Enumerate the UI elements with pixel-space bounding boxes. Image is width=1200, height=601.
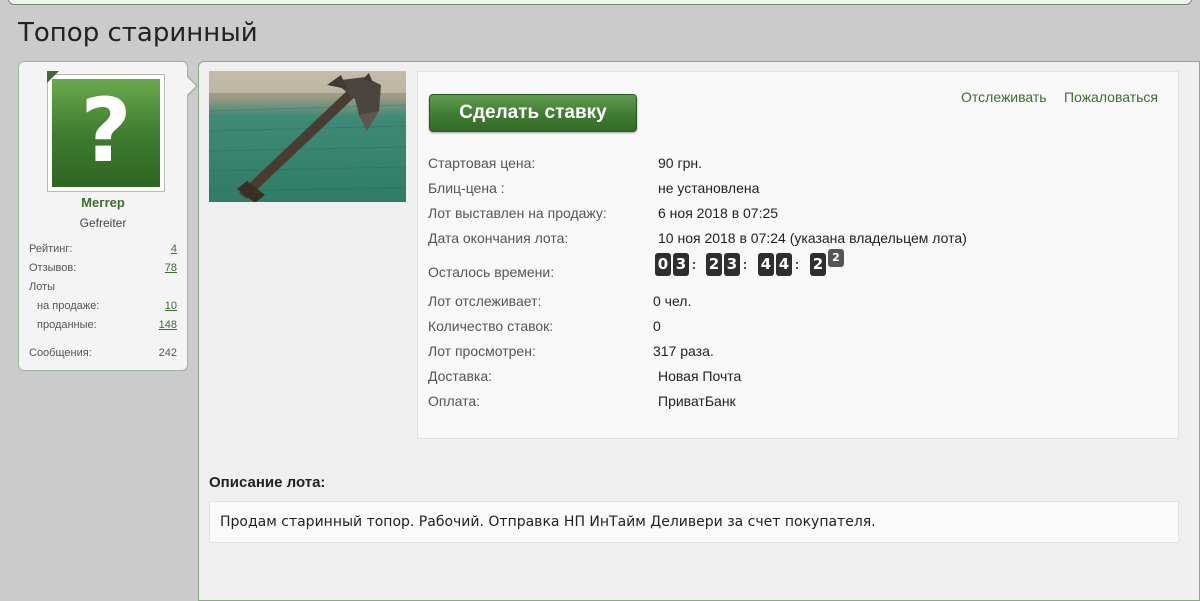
stat-value-link[interactable]: 148 [159,316,177,335]
question-mark-icon: ? [52,79,160,187]
time-left-label: Осталось времени: [428,264,555,280]
end-date-label: Дата окончания лота: [428,230,569,246]
stat-reviews: Отзывов: 78 [29,259,177,278]
countdown-digit: 2 [810,253,826,276]
blitz-price-value: не установлена [658,180,760,196]
top-strip [8,0,1192,5]
stat-label: на продаже: [37,300,100,312]
place-bid-button[interactable]: Сделать ставку [429,94,637,132]
seller-stats: Рейтинг: 4 Отзывов: 78 Лоты на продаже: … [29,240,177,363]
views-value: 317 раза. [653,343,714,359]
follow-link[interactable]: Отслеживать [961,89,1047,105]
countdown-digit: 4 [776,253,792,276]
countdown-digit: 3 [673,253,689,276]
stat-label: Лоты [29,281,56,293]
start-price-value: 90 грн. [658,155,702,171]
watchers-label: Лот отслеживает: [428,293,542,309]
countdown-digit: 2 [706,253,722,276]
seller-username[interactable]: Meгrep [19,195,187,210]
countdown-digit: 3 [724,253,740,276]
axe-image [209,71,406,202]
description-title: Описание лота: [209,474,326,491]
seller-user-title: Gefreiter [79,216,127,230]
countdown-separator: : [794,256,800,272]
stat-on-sale: на продаже: 10 [29,297,177,316]
watchers-value: 0 чел. [653,293,692,309]
avatar[interactable]: ? [47,74,165,192]
listed-date-label: Лот выставлен на продажу: [428,205,607,221]
stat-label: Отзывов: [29,262,77,274]
stat-label: проданные: [37,319,97,331]
stat-value-link[interactable]: 4 [171,240,177,259]
avatar-corner-icon [47,71,59,83]
payment-label: Оплата: [428,393,481,409]
stat-value-link[interactable]: 10 [165,297,177,316]
views-label: Лот просмотрен: [428,343,536,359]
end-date-value: 10 ноя 2018 в 07:24 (указана владельцем … [658,230,967,246]
description-text: Продам старинный топор. Рабочий. Отправк… [220,514,876,530]
countdown-separator: : [691,256,697,272]
start-price-label: Стартовая цена: [428,155,536,171]
listed-date-value: 6 ноя 2018 в 07:25 [658,205,779,221]
stat-label: Сообщения: [29,347,92,359]
delivery-value: Новая Почта [658,368,742,384]
report-link[interactable]: Пожаловаться [1064,89,1158,105]
bids-count-value: 0 [653,318,661,334]
delivery-label: Доставка: [428,368,493,384]
countdown-digit: 4 [758,253,774,276]
stat-lots-heading: Лоты [29,278,177,297]
stat-label: Рейтинг: [29,243,73,255]
lot-photo[interactable] [209,71,406,202]
bids-count-label: Количество ставок: [428,318,554,334]
countdown-digit-flipping: 2 [828,249,844,267]
stat-value: 242 [158,347,177,359]
stat-rating: Рейтинг: 4 [29,240,177,259]
stat-messages: Сообщения: 242 [29,344,177,363]
stat-sold: проданные: 148 [29,316,177,335]
seller-card: ? Meгrep Gefreiter Рейтинг: 4 Отзывов: 7… [18,61,188,371]
blitz-price-label: Блиц-цена : [428,180,505,196]
payment-value: ПриватБанк [658,393,736,409]
card-pointer-fill [186,76,196,96]
page-title: Топор старинный [18,18,258,48]
countdown-separator: : [742,256,748,272]
stat-value-link[interactable]: 78 [165,259,177,278]
countdown-digit: 0 [655,253,671,276]
